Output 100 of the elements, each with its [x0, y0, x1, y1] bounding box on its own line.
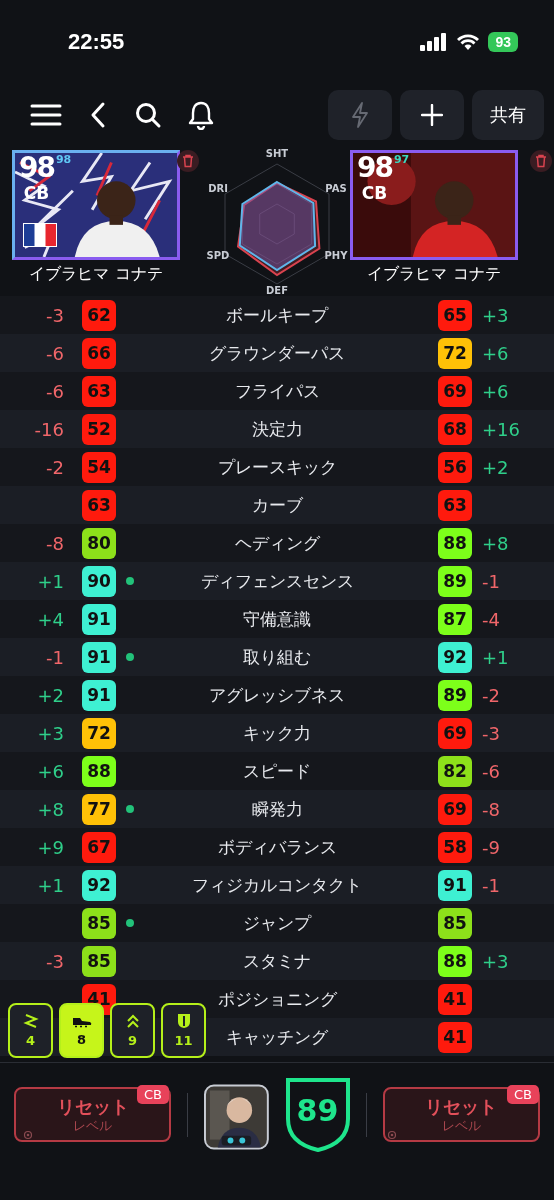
stat-value: 69	[438, 375, 472, 407]
filter-button[interactable]: 11	[161, 1003, 206, 1058]
stat-label: スピード	[243, 759, 311, 783]
stat-value: 63	[82, 489, 116, 521]
trash-icon[interactable]	[530, 150, 552, 172]
stat-difference: -1	[481, 874, 501, 896]
stat-value: 52	[82, 413, 116, 445]
stat-value: 56	[438, 451, 472, 483]
stat-label: カーブ	[251, 493, 303, 517]
radar-axis-label: PHY	[323, 250, 349, 261]
add-button[interactable]	[400, 90, 464, 140]
stat-value: 88	[82, 755, 116, 787]
radar-axis-label: DRI	[207, 183, 229, 194]
player-name: イブラヒマ コナテ	[366, 264, 502, 285]
stat-label: 取り組む	[243, 645, 311, 669]
search-icon[interactable]	[134, 101, 162, 129]
stat-difference: +3	[36, 722, 65, 744]
stat-difference: -2	[45, 456, 65, 478]
player-position: CB	[360, 183, 389, 203]
lightning-button[interactable]	[328, 90, 392, 140]
stat-value: 90	[82, 565, 116, 597]
stat-value: 87	[438, 603, 472, 635]
share-button[interactable]: 共有	[472, 90, 544, 140]
stat-difference: +1	[36, 874, 65, 896]
stat-difference: +6	[481, 380, 510, 402]
stat-label: 守備意識	[243, 607, 311, 631]
stat-difference: -16	[33, 418, 65, 440]
stat-difference: +3	[481, 950, 510, 972]
stat-difference: +8	[481, 532, 510, 554]
stat-label: プレースキック	[217, 455, 337, 479]
lightning-icon	[351, 102, 369, 128]
stat-difference: -4	[481, 608, 501, 630]
stat-label: スタミナ	[243, 949, 311, 973]
stat-label: フライパス	[234, 379, 320, 403]
radar-axis-label: SPD	[205, 250, 231, 261]
stat-label: キック力	[243, 721, 311, 745]
gear-icon[interactable]	[22, 1129, 34, 1141]
stat-value: 91	[438, 869, 472, 901]
player-rating: 98	[357, 153, 392, 183]
stat-value: 69	[438, 793, 472, 825]
stat-value: 85	[82, 907, 116, 939]
stat-value: 58	[438, 831, 472, 863]
stat-difference: -2	[481, 684, 501, 706]
stat-value: 88	[438, 527, 472, 559]
stat-difference: -8	[45, 532, 65, 554]
stat-value: 91	[82, 679, 116, 711]
stat-label: フィジカルコンタクト	[192, 873, 362, 897]
stat-label: 決定力	[251, 417, 303, 441]
player-name: イブラヒマ コナテ	[28, 264, 164, 285]
stat-value: 65	[438, 299, 472, 331]
stat-difference: +2	[481, 456, 510, 478]
stat-label: ボディバランス	[217, 835, 337, 859]
stat-value: 72	[438, 337, 472, 369]
stat-difference: +8	[36, 798, 65, 820]
stat-value: 85	[438, 907, 472, 939]
stat-difference: -6	[45, 342, 65, 364]
stat-difference: -3	[481, 722, 501, 744]
stat-difference: -1	[481, 570, 501, 592]
stat-difference: +2	[36, 684, 65, 706]
stat-value: 89	[438, 565, 472, 597]
stat-value: 66	[82, 337, 116, 369]
zigzag-icon	[22, 1013, 39, 1029]
stat-value: 92	[438, 641, 472, 673]
stat-value: 91	[82, 641, 116, 673]
position-tag: CB	[507, 1085, 539, 1104]
stat-difference: -3	[45, 304, 65, 326]
menu-icon[interactable]	[30, 103, 62, 127]
radar-axis-label: DEF	[265, 285, 289, 296]
wifi-icon	[456, 33, 481, 51]
stat-label: 瞬発力	[251, 797, 303, 821]
stat-label: アグレッシブネス	[209, 683, 345, 707]
stat-value: 85	[82, 945, 116, 977]
stat-difference: -9	[481, 836, 501, 858]
stat-value: 54	[82, 451, 116, 483]
stat-label: ボールキープ	[226, 303, 328, 327]
trash-icon[interactable]	[177, 150, 199, 172]
stat-difference: +9	[36, 836, 65, 858]
stat-value: 41	[438, 983, 472, 1015]
stat-value: 80	[82, 527, 116, 559]
stat-label: キャッチング	[226, 1025, 328, 1049]
stat-difference: +3	[481, 304, 510, 326]
status-time: 22:55	[68, 29, 125, 55]
stat-difference: -3	[45, 950, 65, 972]
filter-button[interactable]: 9	[110, 1003, 155, 1058]
stat-value: 69	[438, 717, 472, 749]
position-tag: CB	[137, 1085, 169, 1104]
radar-axis-label: SHT	[264, 148, 290, 159]
stat-difference: -8	[481, 798, 501, 820]
player-sub-rating: 98	[55, 153, 72, 168]
bell-icon[interactable]	[188, 100, 214, 130]
stat-difference: +6	[481, 342, 510, 364]
stat-difference: +1	[481, 646, 510, 668]
stat-difference: +1	[36, 570, 65, 592]
stat-value: 91	[82, 603, 116, 635]
stat-label: グラウンダーパス	[209, 341, 345, 365]
filter-button[interactable]: 4	[8, 1003, 53, 1058]
gear-icon[interactable]	[386, 1129, 398, 1141]
stat-difference: -6	[481, 760, 501, 782]
stat-difference: +16	[481, 418, 521, 440]
shield-icon	[176, 1013, 191, 1029]
